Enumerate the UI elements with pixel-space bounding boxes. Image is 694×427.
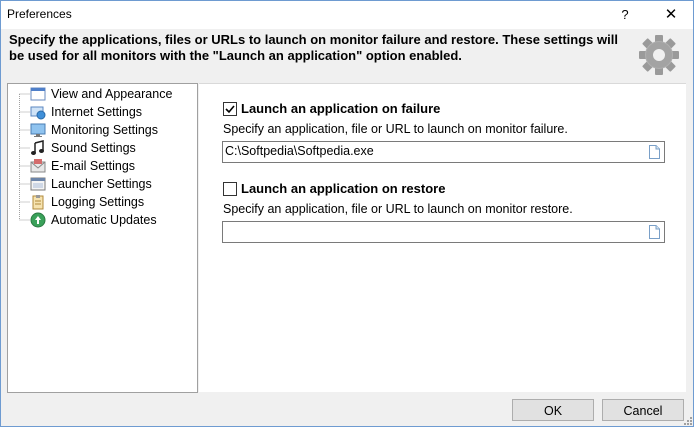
envelope-icon: [30, 159, 46, 173]
globe-network-icon: [30, 106, 46, 120]
update-globe-icon: [30, 212, 46, 228]
window-title: Preferences: [7, 7, 72, 21]
cancel-button[interactable]: Cancel: [602, 399, 684, 421]
music-note-icon: [31, 140, 44, 155]
settings-panel: Launch an application on failure Specify…: [199, 83, 686, 392]
tree-item-label: E-mail Settings: [51, 159, 136, 173]
tree-item-logging-settings[interactable]: Logging Settings: [30, 193, 144, 211]
browse-file-icon[interactable]: [649, 145, 660, 159]
tree-item-automatic-updates[interactable]: Automatic Updates: [30, 211, 157, 229]
failure-description: Specify an application, file or URL to l…: [223, 122, 568, 136]
settings-tree[interactable]: View and Appearance Internet Settings Mo…: [7, 83, 198, 393]
monitor-icon: [30, 123, 46, 137]
tree-item-sound-settings[interactable]: Sound Settings: [30, 139, 136, 157]
failure-path-field[interactable]: [222, 141, 665, 163]
close-button[interactable]: ✕: [661, 5, 681, 25]
tree-item-label: View and Appearance: [51, 87, 173, 101]
tree-item-monitoring-settings[interactable]: Monitoring Settings: [30, 121, 158, 139]
resize-grip-icon[interactable]: [682, 415, 692, 425]
help-button[interactable]: ?: [615, 5, 635, 25]
tree-item-label: Monitoring Settings: [51, 123, 159, 137]
title-bar[interactable]: Preferences ? ✕: [1, 1, 693, 29]
header-banner: Specify the applications, files or URLs …: [1, 29, 693, 81]
restore-description: Specify an application, file or URL to l…: [223, 202, 573, 216]
restore-path-input[interactable]: [225, 223, 645, 239]
gear-icon: [639, 35, 679, 75]
failure-checkbox-row[interactable]: Launch an application on failure: [223, 101, 440, 116]
failure-path-input[interactable]: [225, 143, 645, 159]
tree-item-email-settings[interactable]: E-mail Settings: [30, 157, 135, 175]
failure-checkbox-label: Launch an application on failure: [241, 101, 441, 116]
restore-checkbox-label: Launch an application on restore: [241, 181, 446, 196]
tree-item-label: Internet Settings: [51, 105, 143, 119]
dialog-footer: OK Cancel: [1, 393, 693, 426]
tree-item-label: Launcher Settings: [51, 177, 152, 191]
tree-item-label: Automatic Updates: [51, 213, 157, 227]
tree-item-label: Sound Settings: [51, 141, 136, 155]
tree-item-label: Logging Settings: [51, 195, 145, 209]
restore-checkbox-row[interactable]: Launch an application on restore: [223, 181, 445, 196]
browse-file-icon[interactable]: [649, 225, 660, 239]
restore-path-field[interactable]: [222, 221, 665, 243]
clipboard-icon: [32, 195, 44, 210]
tree-item-internet-settings[interactable]: Internet Settings: [30, 103, 142, 121]
tree-item-view-and-appearance[interactable]: View and Appearance: [30, 85, 172, 103]
failure-checkbox[interactable]: [223, 101, 237, 116]
preferences-dialog: Preferences ? ✕ Specify the applications…: [0, 0, 694, 427]
tree-item-launcher-settings[interactable]: Launcher Settings: [30, 175, 152, 193]
checkmark-icon: [225, 104, 235, 113]
launcher-window-icon: [30, 177, 46, 191]
restore-checkbox[interactable]: [223, 181, 237, 196]
window-icon: [30, 87, 46, 101]
header-description: Specify the applications, files or URLs …: [9, 32, 618, 63]
ok-button[interactable]: OK: [512, 399, 594, 421]
